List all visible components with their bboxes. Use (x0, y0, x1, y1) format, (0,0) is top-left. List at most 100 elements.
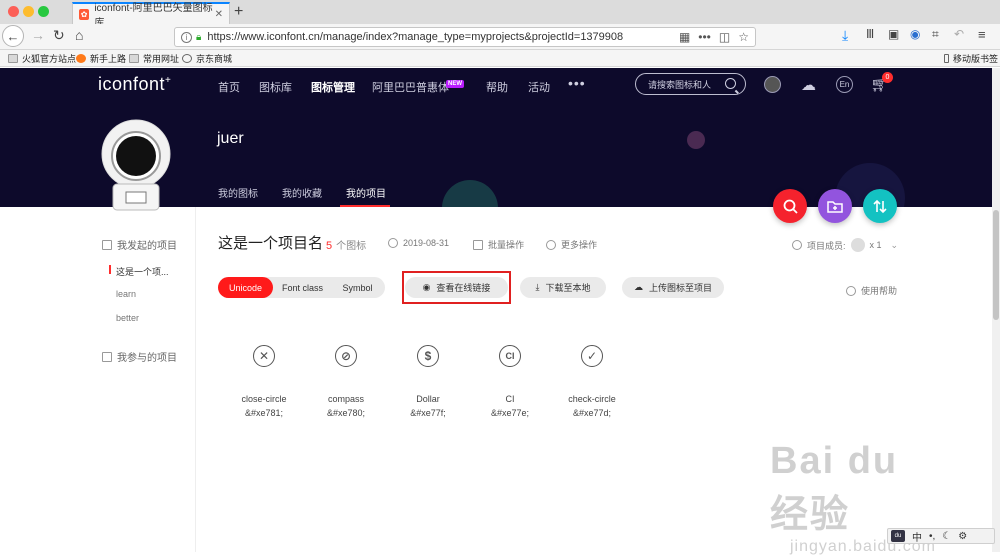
folder-add-icon (827, 201, 843, 213)
profile-avatar[interactable] (101, 118, 172, 211)
zoom-window-button[interactable] (38, 6, 49, 17)
download-icon: ⤓ (535, 282, 540, 292)
info-icon[interactable]: i (181, 31, 192, 43)
nav-help[interactable]: 帮助 (486, 79, 508, 95)
icon-card[interactable]: $ Dollar &#xe77f; (388, 345, 468, 418)
iconfont-logo[interactable]: iconfont+ (98, 74, 171, 95)
nav-puhuiti[interactable]: 阿里巴巴普惠体 (372, 79, 449, 95)
chevron-down-icon[interactable]: ⌄ (891, 240, 899, 251)
new-badge: NEW (446, 80, 464, 88)
close-tab-icon[interactable]: ✕ (215, 9, 223, 20)
ime-toolbar: du 中 •, ☾ ⚙ (887, 528, 995, 544)
page-actions-icon[interactable]: ••• (698, 30, 711, 44)
sidebar-item-project[interactable]: 这是一个项... (116, 265, 169, 278)
ime-punctuation-toggle[interactable]: •, (929, 531, 935, 542)
icon-name: CI (505, 394, 515, 404)
folder-icon (129, 54, 139, 63)
icon-name: Dollar (416, 394, 440, 404)
nav-home[interactable]: 首页 (218, 79, 240, 95)
sidebar-group-joined[interactable]: 我参与的项目 (102, 349, 177, 364)
sidebar-item-learn[interactable]: learn (116, 289, 136, 299)
reload-button[interactable]: ↻ (53, 27, 65, 44)
menu-icon[interactable]: ≡ (978, 27, 986, 42)
member-avatar (850, 238, 865, 252)
cart-count-badge: 0 (882, 72, 893, 83)
close-window-button[interactable] (8, 6, 19, 17)
bookmarks-bar: 火狐官方站点 新手上路 常用网址 京东商城 移动版书签 (0, 50, 1000, 67)
search-fab-button[interactable] (773, 189, 807, 223)
more-icon (546, 239, 556, 250)
icon-code: &#xe781; (244, 408, 284, 418)
user-avatar-icon[interactable] (764, 76, 781, 93)
icon-code: &#xe77f; (410, 408, 446, 418)
icon-card[interactable]: ✕ close-circle &#xe781; (224, 345, 304, 418)
ime-night-mode-icon[interactable]: ☾ (942, 531, 951, 542)
nav-activity[interactable]: 活动 (528, 79, 550, 95)
format-font-class-button[interactable]: Font class (275, 277, 330, 298)
bookmark-firefox-official[interactable]: 火狐官方站点 (8, 52, 76, 65)
icon-card[interactable]: ⊘ compass &#xe780; (306, 345, 386, 418)
bookmark-common-sites[interactable]: 常用网址 (129, 52, 179, 65)
nav-more-icon[interactable]: ••• (568, 75, 586, 91)
download-local-button[interactable]: ⤓ 下载至本地 (520, 277, 606, 298)
icon-card[interactable]: ✓ check-circle &#xe77d; (552, 345, 632, 418)
project-members[interactable]: 项目成员: x 1 ⌄ (792, 238, 898, 252)
bookmark-star-icon[interactable]: ☆ (738, 30, 749, 44)
lock-icon[interactable]: 🔒︎ (196, 32, 201, 43)
qr-code-icon[interactable]: ▦ (679, 30, 690, 44)
format-symbol-button[interactable]: Symbol (330, 277, 385, 298)
sidebar-group-created[interactable]: 我发起的项目 (102, 237, 177, 252)
new-tab-button[interactable]: + (234, 3, 243, 21)
tab-my-favorites[interactable]: 我的收藏 (282, 185, 322, 200)
dollar-icon: $ (417, 345, 439, 367)
sidebar-item-better[interactable]: better (116, 313, 139, 323)
ime-settings-icon[interactable]: ⚙ (958, 531, 967, 542)
baidu-ime-logo-icon[interactable]: du (891, 530, 905, 542)
batch-icon (473, 239, 483, 250)
url-bar[interactable]: i 🔒︎ https://www.iconfont.cn/manage/inde… (174, 27, 756, 47)
tab-my-projects[interactable]: 我的项目 (346, 185, 386, 200)
forward-button[interactable]: → (31, 27, 45, 43)
tab-my-icons[interactable]: 我的图标 (218, 185, 258, 200)
close-circle-icon: ✕ (253, 345, 275, 367)
bookmark-mobile[interactable]: 移动版书签 (944, 52, 998, 65)
icon-code: &#xe77d; (572, 408, 612, 418)
batch-operations-button[interactable]: 批量操作 (473, 238, 524, 251)
nav-icon-library[interactable]: 图标库 (259, 79, 292, 95)
scrollbar-thumb[interactable] (993, 210, 999, 320)
ci-icon: CI (499, 345, 521, 367)
upload-to-project-button[interactable]: ☁︎ 上传图标至项目 (622, 277, 724, 298)
extension-icon[interactable]: ◉ (910, 27, 920, 41)
compass-icon: ⊘ (335, 345, 357, 367)
back-button[interactable]: ← (2, 25, 24, 47)
add-folder-fab-button[interactable] (818, 189, 852, 223)
ime-chinese-toggle[interactable]: 中 (912, 529, 922, 544)
icon-card[interactable]: CI CI &#xe77e; (470, 345, 550, 418)
undo-icon[interactable]: ↶ (954, 27, 964, 41)
library-icon[interactable]: Ⅲ (866, 27, 874, 41)
sort-fab-button[interactable] (863, 189, 897, 223)
download-icon[interactable]: ⤓ (842, 27, 848, 44)
icon-count: 5 个图标 (326, 240, 367, 252)
screenshot-icon[interactable]: ⌗ (932, 27, 939, 42)
phone-icon (944, 54, 949, 63)
home-button[interactable]: ⌂ (75, 27, 83, 43)
nav-icon-manage[interactable]: 图标管理 (311, 79, 355, 95)
more-operations-button[interactable]: 更多操作 (546, 238, 597, 251)
format-unicode-button[interactable]: Unicode (218, 277, 273, 298)
browser-tab[interactable]: ✿ iconfont-阿里巴巴矢量图标库 ✕ (72, 2, 230, 29)
upload-cloud-icon[interactable]: ☁︎ (800, 76, 817, 94)
sidebar-icon[interactable]: ▣ (888, 27, 899, 41)
browser-nav-bar: ← → ↻ ⌂ i 🔒︎ https://www.iconfont.cn/man… (0, 24, 1000, 50)
search-icon[interactable] (725, 78, 736, 89)
bookmark-getting-started[interactable]: 新手上路 (76, 52, 126, 65)
language-button[interactable]: En (836, 76, 853, 93)
search-input[interactable]: 请搜索图标和人 (635, 73, 746, 95)
highlight-box (402, 271, 511, 304)
pocket-icon[interactable]: ◫ (719, 30, 730, 44)
minimize-window-button[interactable] (23, 6, 34, 17)
icon-name: compass (327, 394, 364, 404)
bookmark-jd[interactable]: 京东商城 (182, 52, 232, 65)
project-date: 2019-08-31 (388, 238, 449, 248)
help-link[interactable]: 使用帮助 (846, 284, 897, 297)
